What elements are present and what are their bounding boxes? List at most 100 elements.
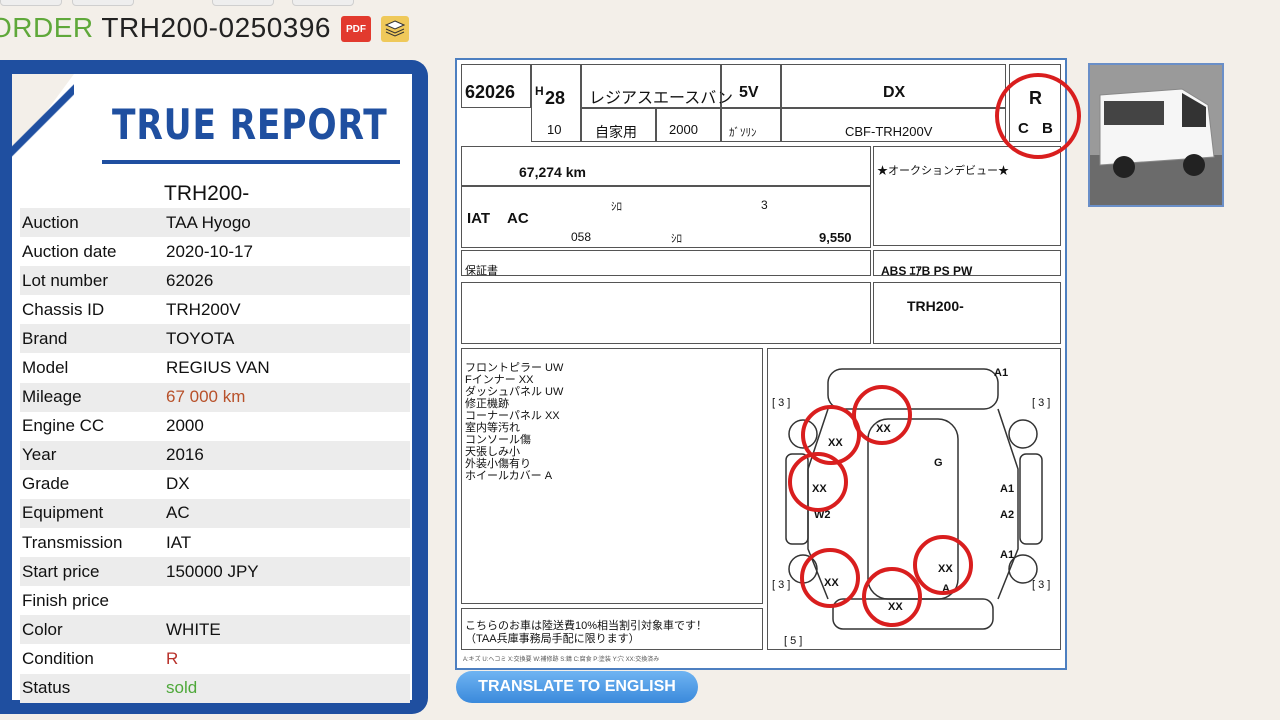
row-key: Transmission (22, 532, 123, 552)
row-key: Condition (22, 648, 94, 668)
row-key: Brand (22, 328, 68, 348)
sales-point-box (873, 146, 1061, 246)
row-key: Model (22, 358, 69, 378)
table-row: Grade DX (20, 470, 410, 499)
report-title: TRUE REPORT (112, 100, 388, 149)
lot-number: 62026 (465, 82, 516, 102)
row-key: Status (22, 678, 71, 698)
doors: 5V (739, 84, 759, 101)
row-value: TOYOTA (166, 328, 235, 348)
warranty: 保証書 (465, 265, 498, 277)
inspector-notes: フロントピラー UW Fインナー XX ダッシュパネル UW 修正機跡 コーナー… (465, 362, 563, 482)
chassis-number: TRH200- (907, 298, 964, 314)
row-value: REGIUS VAN (166, 358, 270, 378)
usage: 自家用 (595, 124, 637, 140)
note-line: 外装小傷有り (465, 458, 531, 470)
row-key: Color (22, 619, 63, 639)
title-divider (102, 160, 400, 164)
row-key: Start price (22, 561, 100, 581)
row-value: AC (166, 503, 190, 523)
row-value: 62026 (166, 270, 214, 290)
table-row: Mileage 67 000 km (20, 382, 410, 412)
layers-icon[interactable] (381, 16, 409, 42)
order-label: ORDER (0, 12, 94, 43)
highlight-ring (995, 73, 1081, 159)
note-line: コンソール傷 (465, 434, 531, 446)
top-tab-stub[interactable] (292, 0, 354, 6)
fuel: ｶﾞｿﾘﾝ (729, 127, 757, 139)
note-line: コーナーパネル XX (465, 410, 560, 422)
seats: 3 (761, 198, 768, 212)
top-tab-stub[interactable] (212, 0, 274, 6)
row-key: Lot number (22, 270, 108, 290)
row-key: Auction (22, 212, 79, 232)
sales-point: ★オークションデビュー★ (877, 165, 1009, 177)
model-code: CBF-TRH200V (845, 124, 933, 139)
table-row: Lot number 62026 (20, 266, 410, 296)
mark-a1: A1 (994, 367, 1009, 379)
highlight-ring (862, 567, 922, 627)
row-key: Equipment (22, 503, 104, 523)
row-key: Mileage (22, 387, 82, 407)
note-line: ダッシュパネル UW (465, 386, 564, 398)
row-value: 2016 (166, 445, 204, 465)
row-value: DX (166, 474, 190, 494)
auction-sheet-image[interactable]: 62026 H 28 レジアスエースバン 5V DX R C B 10 自家用 … (455, 58, 1067, 670)
row-key: Chassis ID (22, 299, 105, 319)
vehicle-photo[interactable] (1088, 63, 1224, 207)
mark-a1: A1 (1000, 483, 1015, 495)
row-value: TRH200V (166, 299, 241, 319)
mark-g: G (934, 457, 943, 469)
order-number: TRH200-0250396 (101, 12, 331, 43)
report-table: Auction TAA Hyogo Auction date 2020-10-17 … (20, 208, 410, 703)
translate-button[interactable]: TRANSLATE TO ENGLISH (456, 671, 698, 703)
chassis-box (873, 282, 1061, 344)
month: 10 (547, 122, 562, 137)
condition-value: R (166, 648, 179, 668)
mileage-value: 67 000 km (166, 387, 246, 407)
table-row: Status sold (20, 673, 410, 703)
office-note-line: （TAA兵庫事務局手配に限ります） (465, 633, 640, 645)
table-row: Start price 150000 JPY (20, 557, 410, 587)
note-line: ホイールカバー A (465, 470, 553, 482)
era: H (535, 84, 544, 98)
interior-color: ｼﾛ (671, 233, 682, 245)
row-value: WHITE (166, 619, 221, 639)
table-row: Model REGIUS VAN (20, 353, 410, 382)
office-note: こちらのお車は陸送費10%相当割引対象車です！ （TAA兵庫事務局手配に限ります… (465, 620, 707, 646)
highlight-ring (913, 535, 973, 595)
mark-bracket: [ 3 ] (772, 397, 791, 409)
mark-bracket-5: [ 5 ] (784, 635, 803, 647)
table-row: Auction TAA Hyogo (20, 208, 410, 238)
note-line: 天張しみ小 (465, 446, 520, 458)
row-key: Finish price (22, 590, 109, 610)
mark-bracket: [ 3 ] (1032, 579, 1051, 591)
van-image (1090, 65, 1222, 205)
status-value: sold (166, 678, 198, 698)
page-fold-edge (12, 74, 74, 158)
note-line: 修正機跡 (465, 398, 509, 410)
mileage-sheet: 67,274 km (519, 164, 586, 180)
table-row: Color WHITE (20, 615, 410, 645)
chassis-heading: TRH200- (164, 182, 250, 205)
table-row: Brand TOYOTA (20, 324, 410, 354)
year: 28 (545, 88, 566, 108)
highlight-ring (800, 548, 860, 608)
color: ｼﾛ (611, 201, 622, 213)
highlight-ring (788, 452, 848, 512)
table-row: Engine CC 2000 (20, 412, 410, 441)
top-tab-stub[interactable] (0, 0, 62, 6)
table-row: Transmission IAT (20, 528, 410, 557)
row-key: Year (22, 445, 57, 465)
row-key: Auction date (22, 241, 117, 261)
color-number: 058 (571, 230, 592, 244)
row-value: TAA Hyogo (166, 212, 251, 232)
ac: AC (507, 210, 529, 227)
car-name: レジアスエースバン (589, 90, 734, 107)
top-tab-stub[interactable] (72, 0, 134, 6)
office-note-line: こちらのお車は陸送費10%相当割引対象車です！ (465, 620, 708, 632)
cc: 2000 (669, 122, 698, 137)
mark-bracket: [ 3 ] (772, 579, 791, 591)
pdf-icon[interactable]: PDF (341, 16, 371, 42)
mark-a1: A1 (1000, 549, 1015, 561)
